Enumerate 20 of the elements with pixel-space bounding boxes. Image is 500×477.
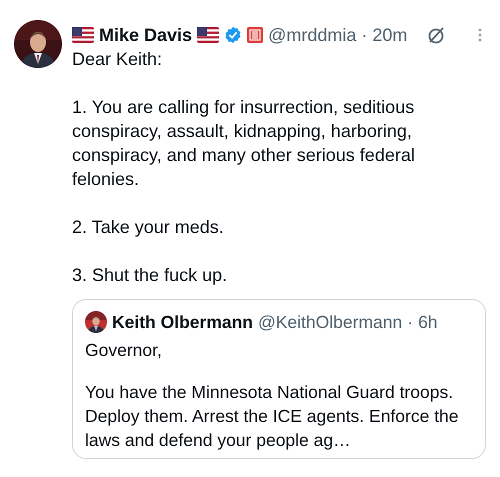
post-time[interactable]: 20m <box>372 23 408 47</box>
post-text: Governor, <box>85 339 163 362</box>
flag-icon <box>197 27 220 43</box>
quoted-post[interactable]: Keith Olbermann @KeithOlbermann · 6h Governor, You have the Minnesota National Guard troops. Deploy them. Arrest the ICE agents. Enforce the laws and defend your people ag… <box>72 299 486 459</box>
flag-icon <box>72 27 94 43</box>
affiliation-badge-icon <box>247 27 264 43</box>
post-text: 1. You are calling for insurrection, seditious conspiracy, assault, kidnapping, harboring, conspiracy, and many other serious federal felonies. <box>72 96 416 191</box>
post-time: 6h <box>418 311 438 334</box>
separator: · <box>407 311 414 334</box>
post-text: 3. Shut the fuck up. <box>72 264 228 287</box>
author-handle[interactable]: @mrddmia <box>268 23 356 47</box>
author-name[interactable]: Mike Davis <box>99 23 192 47</box>
verified-badge-icon <box>224 26 242 44</box>
post-text: Dear Keith: <box>72 48 164 71</box>
post-text: 2. Take your meds. <box>72 216 225 239</box>
author-name: Keith Olbermann <box>112 311 253 334</box>
author-handle: @KeithOlbermann <box>258 311 402 334</box>
separator: · <box>361 24 368 47</box>
post-text: You have the Minnesota National Guard troops. Deploy them. Arrest the ICE agents. Enforce the laws and defend your people ag… <box>85 381 460 452</box>
slashed-circle-icon[interactable] <box>426 25 446 45</box>
